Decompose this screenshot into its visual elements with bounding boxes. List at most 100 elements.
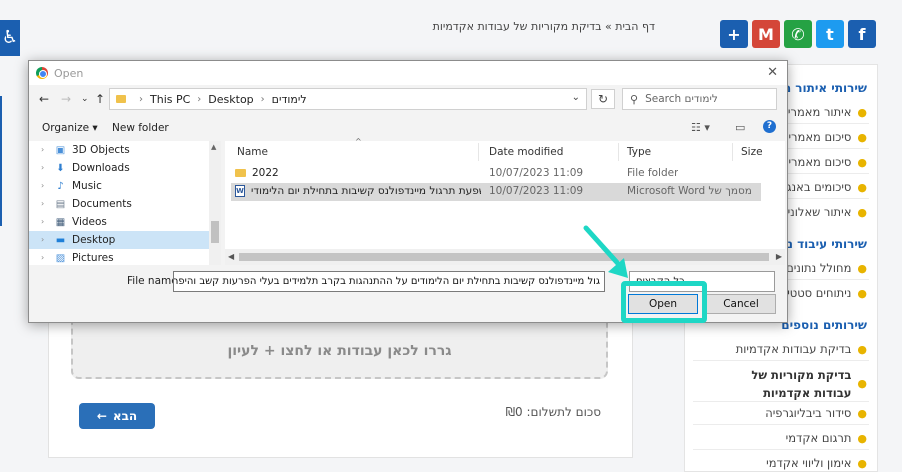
nav-item-pictures[interactable]: ▨ Pictures xyxy=(29,249,209,267)
twitter-icon[interactable]: t xyxy=(816,20,844,48)
search-icon: ⚲ xyxy=(630,92,639,106)
breadcrumb: דף הבית » בדיקת מקוריות של עבודות אקדמיו… xyxy=(432,20,655,33)
nav-item-3d-objects[interactable]: ▣ 3D Objects xyxy=(29,141,209,159)
address-bar: ← → ⌄ ↑ › This PC › Desktop › לימודים ⌄ … xyxy=(29,87,787,113)
nav-item-documents[interactable]: ▤ Documents xyxy=(29,195,209,213)
search-placeholder: Search לימודים xyxy=(645,93,718,105)
bullet-icon: ● xyxy=(857,456,867,470)
share-plus-icon[interactable]: + xyxy=(720,20,748,48)
file-list-hscrollbar[interactable]: ◀ ▶ xyxy=(225,249,785,265)
path-segment-desktop[interactable]: Desktop xyxy=(208,93,253,106)
sidebar-item-active[interactable]: ● בדיקת מקוריות של עבודות אקדמיות xyxy=(717,366,867,402)
nav-scrollbar[interactable]: ▲ xyxy=(209,141,221,265)
divider xyxy=(693,424,869,425)
desktop-icon: ▬ xyxy=(55,234,66,246)
sidebar-item[interactable]: ● מחולל נתונים xyxy=(786,261,867,275)
nav-item-music[interactable]: ♪ Music xyxy=(29,177,209,195)
arrow-left-icon: ← xyxy=(96,409,107,423)
column-header-name[interactable]: Name xyxy=(231,143,479,161)
file-name-input[interactable]: גול מיינדפולנס קשיבות בתחילת יום הלימודי… xyxy=(173,271,605,292)
file-row-selected[interactable]: W השפעת תרגול מיינדפולנס קשיבות בתחילת יו… xyxy=(231,183,761,201)
divider xyxy=(693,360,869,361)
navigation-pane: › ▣ 3D Objects › ⬇ Downloads › ♪ Music › ▤ D… xyxy=(29,141,221,265)
sidebar-item[interactable]: ● אימון וליווי אקדמי xyxy=(766,456,867,470)
sidebar-section-title: שירותים נוספים xyxy=(781,318,867,332)
help-icon[interactable]: ? xyxy=(763,120,776,133)
whatsapp-icon[interactable]: ✆ xyxy=(784,20,812,48)
sidebar-item[interactable]: ● תרגום אקדמי xyxy=(786,431,867,445)
nav-scrollbar-thumb[interactable] xyxy=(211,221,219,243)
bullet-icon: ● xyxy=(857,342,867,356)
sidebar-item[interactable]: ● איתור מאמרים xyxy=(780,105,867,119)
new-folder-button[interactable]: New folder xyxy=(112,122,169,134)
search-input[interactable]: ⚲ Search לימודים xyxy=(622,88,777,110)
hscrollbar-thumb[interactable] xyxy=(239,253,769,261)
pictures-icon: ▨ xyxy=(55,252,66,264)
sidebar-item[interactable]: ● סידור ביבליוגרפיה xyxy=(765,406,867,420)
next-button-label: הבא xyxy=(112,409,138,423)
path-breadcrumb[interactable]: › This PC › Desktop › לימודים ⌄ xyxy=(109,88,587,110)
chevron-right-icon[interactable]: › xyxy=(41,235,44,244)
refresh-icon[interactable]: ↻ xyxy=(591,89,615,109)
column-header-type[interactable]: Type xyxy=(621,143,733,161)
scroll-right-icon[interactable]: ▶ xyxy=(776,252,782,261)
bullet-icon: ● xyxy=(857,377,867,390)
bullet-icon: ● xyxy=(857,155,867,169)
column-header-date[interactable]: Date modified xyxy=(483,143,619,161)
bullet-icon: ● xyxy=(857,261,867,275)
dialog-toolbar: Organize ▾ New folder ☷ ▾ ▭ ? xyxy=(29,117,787,139)
forward-arrow-icon[interactable]: → xyxy=(61,92,71,106)
bullet-icon: ● xyxy=(857,130,867,144)
scroll-left-icon[interactable]: ◀ xyxy=(228,252,234,261)
nav-item-videos[interactable]: ▦ Videos xyxy=(29,213,209,231)
videos-icon: ▦ xyxy=(55,216,66,228)
divider xyxy=(693,401,869,402)
organize-button[interactable]: Organize ▾ xyxy=(42,122,98,134)
recent-chevron-icon[interactable]: ⌄ xyxy=(81,94,89,104)
sidebar-item[interactable]: ● איתור שאלונים xyxy=(780,205,867,219)
cancel-button[interactable]: Cancel xyxy=(706,294,776,314)
bullet-icon: ● xyxy=(857,105,867,119)
word-document-icon: W xyxy=(235,185,245,197)
chevron-down-icon[interactable]: ⌄ xyxy=(572,92,580,103)
view-options-icon[interactable]: ☷ ▾ xyxy=(691,121,710,134)
bullet-icon: ● xyxy=(857,286,867,300)
next-button[interactable]: הבא ← xyxy=(79,403,155,429)
sidebar-item[interactable]: ● בדיקת עבודות אקדמיות xyxy=(736,342,867,356)
chevron-right-icon: › xyxy=(139,93,143,105)
file-name: 2022 xyxy=(252,167,279,179)
folder-icon xyxy=(116,95,126,103)
close-icon[interactable]: ✕ xyxy=(767,65,778,80)
chevron-right-icon: › xyxy=(197,93,202,105)
left-accent-bar xyxy=(0,96,2,226)
open-button-highlight xyxy=(621,281,707,323)
column-header-size[interactable]: Size xyxy=(735,143,781,161)
social-share-bar: + M ✆ t f xyxy=(720,20,876,48)
documents-icon: ▤ xyxy=(55,198,66,210)
download-icon: ⬇ xyxy=(56,162,65,174)
path-segment-current[interactable]: לימודים xyxy=(272,93,307,106)
file-list: ^ Name Date modified Type Size 2022 10/0… xyxy=(225,137,785,265)
path-segment-this-pc[interactable]: This PC xyxy=(150,93,190,106)
bullet-icon: ● xyxy=(857,180,867,194)
dialog-titlebar: Open ✕ xyxy=(29,61,787,85)
chrome-icon xyxy=(36,67,48,79)
preview-pane-icon[interactable]: ▭ xyxy=(735,121,745,134)
sidebar-item[interactable]: ● סיכום מאמרים xyxy=(781,130,867,144)
bullet-icon: ● xyxy=(857,431,867,445)
back-arrow-icon[interactable]: ← xyxy=(39,92,49,106)
file-date: 10/07/2023 11:09 xyxy=(489,185,584,197)
accessibility-icon[interactable]: ♿ xyxy=(0,20,20,56)
gmail-icon[interactable]: M xyxy=(752,20,780,48)
file-name: השפעת תרגול מיינדפולנס קשיבות בתחילת יום… xyxy=(251,185,481,197)
scroll-up-icon[interactable]: ▲ xyxy=(211,143,216,151)
nav-item-desktop[interactable]: ▬ Desktop xyxy=(29,231,209,249)
cube-icon: ▣ xyxy=(55,144,66,156)
nav-item-downloads[interactable]: ⬇ Downloads xyxy=(29,159,209,177)
payment-total: סכום לתשלום: ₪0 xyxy=(505,405,601,419)
facebook-icon[interactable]: f xyxy=(848,20,876,48)
file-type: File folder xyxy=(627,167,679,179)
file-date: 10/07/2023 11:09 xyxy=(489,167,584,179)
up-arrow-icon[interactable]: ↑ xyxy=(95,92,105,106)
file-row[interactable]: 2022 10/07/2023 11:09 File folder xyxy=(231,165,761,183)
